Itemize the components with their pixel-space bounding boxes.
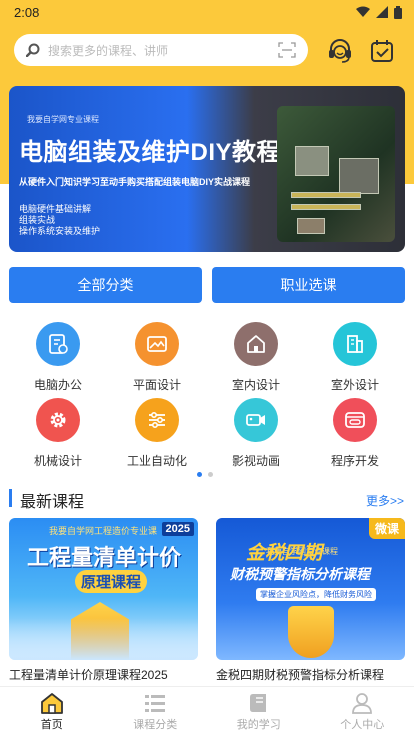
thumb-shield-graphic [288,606,334,658]
wifi-icon [356,6,370,17]
tab-my-learning[interactable]: 我的学习 [207,687,311,736]
category-label: 程序开发 [330,454,379,468]
house-icon [234,322,278,366]
thumb-title: 工程量清单计价 [27,545,182,570]
career-courses-button[interactable]: 职业选课 [212,267,405,303]
thumb-title: 金税四期 [246,543,323,564]
category-graphic-design[interactable]: 平面设计 [117,322,197,393]
sliders-icon [135,398,179,442]
category-label: 平面设计 [132,378,181,392]
bottom-tab-bar: 首页 课程分类 我的学习 个人中心 [0,686,414,736]
micro-course-badge: 微课 [368,518,405,539]
signal-icon [376,6,388,18]
motherboard-image [277,106,395,242]
banner-small-text: 我要自学网专业课程 [27,115,99,124]
banner-point: 电脑硬件基础讲解 [19,204,92,214]
category-label: 室内设计 [231,378,280,392]
page-dot[interactable] [197,472,202,477]
tab-profile[interactable]: 个人中心 [311,687,414,736]
tab-label: 课程分类 [133,719,178,731]
building-icon [333,322,377,366]
thumb-subtitle: 财税预警指标分析课程 [230,566,370,582]
tab-label: 首页 [40,719,63,731]
tab-label: 个人中心 [340,719,385,731]
course-thumbnail: 我要自学网工程造价专业课 2025 工程量清单计价 原理课程 [9,518,198,660]
category-label: 室外设计 [330,378,379,392]
course-year: 2025 [161,522,194,536]
search-icon [26,43,40,57]
home-icon [40,693,63,714]
category-industrial-automation[interactable]: 工业自动化 [117,398,197,469]
image-icon [135,322,179,366]
checkin-icon[interactable] [367,36,397,66]
thumb-note: 掌握企业风险点，降低财务风险 [256,588,376,601]
office-icon [36,322,80,366]
customer-service-icon[interactable] [325,36,355,66]
book-icon [249,694,266,712]
category-office[interactable]: 电脑办公 [18,322,98,393]
all-categories-button[interactable]: 全部分类 [9,267,202,303]
banner-subtitle: 从硬件入门知识学习至动手购买搭配组装电脑DIY实战课程 [19,177,251,187]
course-thumbnail: 微课 我要自学网专业课程 金税四期 财税预警指标分析课程 掌握企业风险点，降低财… [216,518,405,660]
tab-label: 我的学习 [236,719,281,731]
status-time: 2:08 [14,4,40,20]
banner-title: 电脑组装及维护DIY教程 [19,139,282,166]
course-card[interactable]: 微课 我要自学网专业课程 金税四期 财税预警指标分析课程 掌握企业风险点，降低财… [216,518,405,683]
course-name: 金税四期财税预警指标分析课程 [216,668,385,682]
banner-points: 电脑硬件基础讲解 组装实战 操作系统安装及维护 [19,204,100,237]
status-bar: 2:08 [0,0,414,24]
category-interior-design[interactable]: 室内设计 [216,322,296,393]
more-courses-link[interactable]: 更多>> [366,492,404,509]
category-film-animation[interactable]: 影视动画 [216,398,296,469]
category-label: 影视动画 [231,454,280,468]
section-accent-bar [9,489,12,507]
list-icon [145,695,166,712]
search-input[interactable]: 搜索更多的课程、讲师 [14,34,308,66]
category-label: 工业自动化 [126,454,187,468]
code-icon [333,398,377,442]
user-icon [352,693,373,714]
search-placeholder: 搜索更多的课程、讲师 [48,43,169,58]
course-card[interactable]: 我要自学网工程造价专业课 2025 工程量清单计价 原理课程 工程量清单计价原理… [9,518,198,683]
course-name: 工程量清单计价原理课程2025 [9,668,168,682]
section-title: 最新课程 [20,494,85,511]
category-programming[interactable]: 程序开发 [315,398,395,469]
category-mechanical-design[interactable]: 机械设计 [18,398,98,469]
scan-icon[interactable] [278,42,296,58]
camera-icon [234,398,278,442]
status-icons [356,5,402,19]
category-pagination [197,472,213,477]
tab-course-categories[interactable]: 课程分类 [104,687,208,736]
battery-icon [394,5,402,19]
tab-home[interactable]: 首页 [0,687,104,736]
banner-point: 操作系统安装及维护 [19,226,101,236]
category-label: 机械设计 [33,454,82,468]
promo-banner[interactable]: 我要自学网专业课程 电脑组装及维护DIY教程 从硬件入门知识学习至动手购买搭配组… [9,86,405,252]
gear-icon [36,398,80,442]
category-label: 电脑办公 [33,378,82,392]
category-exterior-design[interactable]: 室外设计 [315,322,395,393]
thumb-top-text: 我要自学网工程造价专业课 [49,526,158,536]
thumb-subtitle: 原理课程 [75,570,148,593]
banner-point: 组装实战 [19,215,56,225]
page-dot[interactable] [208,472,213,477]
